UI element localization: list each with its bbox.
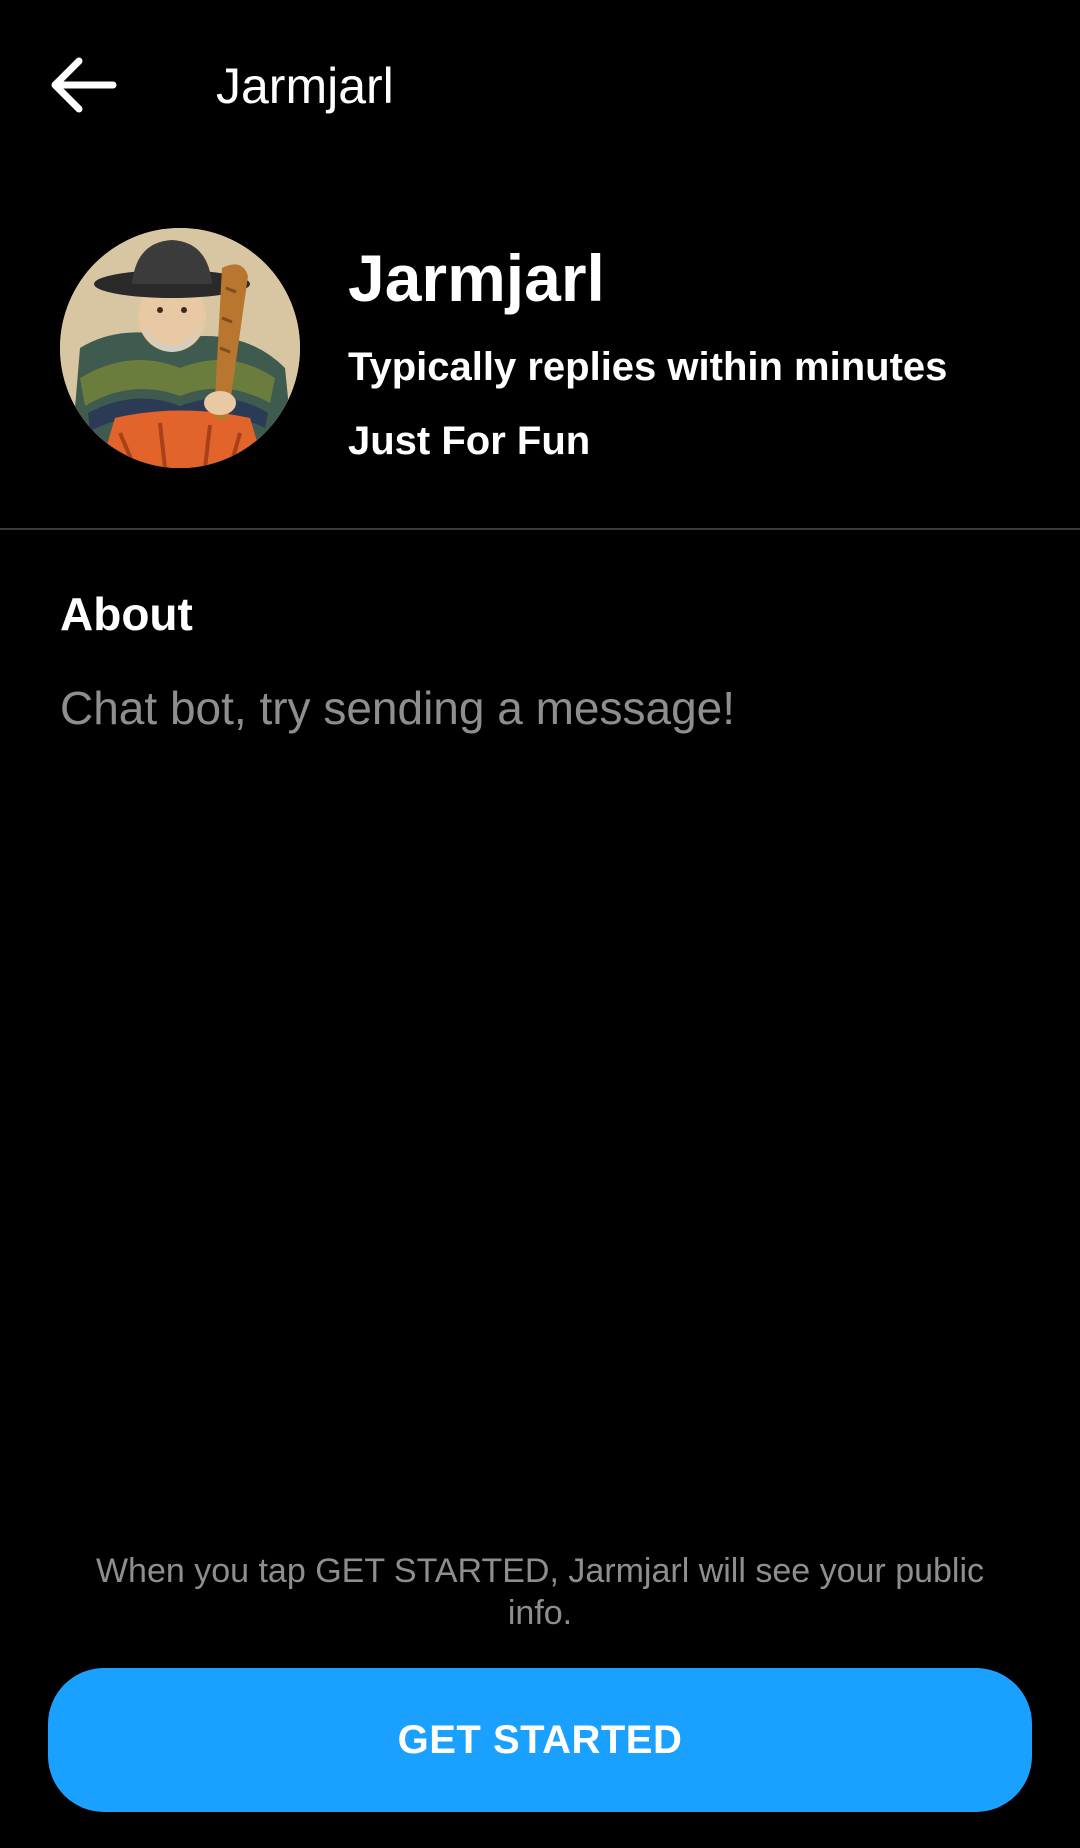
- profile-header: Jarmjarl Typically replies within minute…: [0, 170, 1080, 530]
- divider: [0, 528, 1080, 530]
- disclaimer-text: When you tap GET STARTED, Jarmjarl will …: [95, 1552, 985, 1632]
- about-heading: About: [60, 588, 193, 640]
- profile-category: Just For Fun: [348, 419, 591, 463]
- arrow-left-icon: [51, 57, 117, 113]
- response-time: Typically replies within minutes: [348, 345, 948, 389]
- profile-name: Jarmjarl: [348, 241, 605, 315]
- get-started-label: GET STARTED: [397, 1717, 683, 1762]
- app-bar: Jarmjarl: [0, 0, 1080, 170]
- about-text: Chat bot, try sending a message!: [60, 682, 736, 734]
- avatar: [60, 228, 300, 468]
- app-bar-title: Jarmjarl: [216, 58, 394, 114]
- back-button[interactable]: [38, 40, 128, 130]
- get-started-button[interactable]: GET STARTED: [48, 1668, 1032, 1812]
